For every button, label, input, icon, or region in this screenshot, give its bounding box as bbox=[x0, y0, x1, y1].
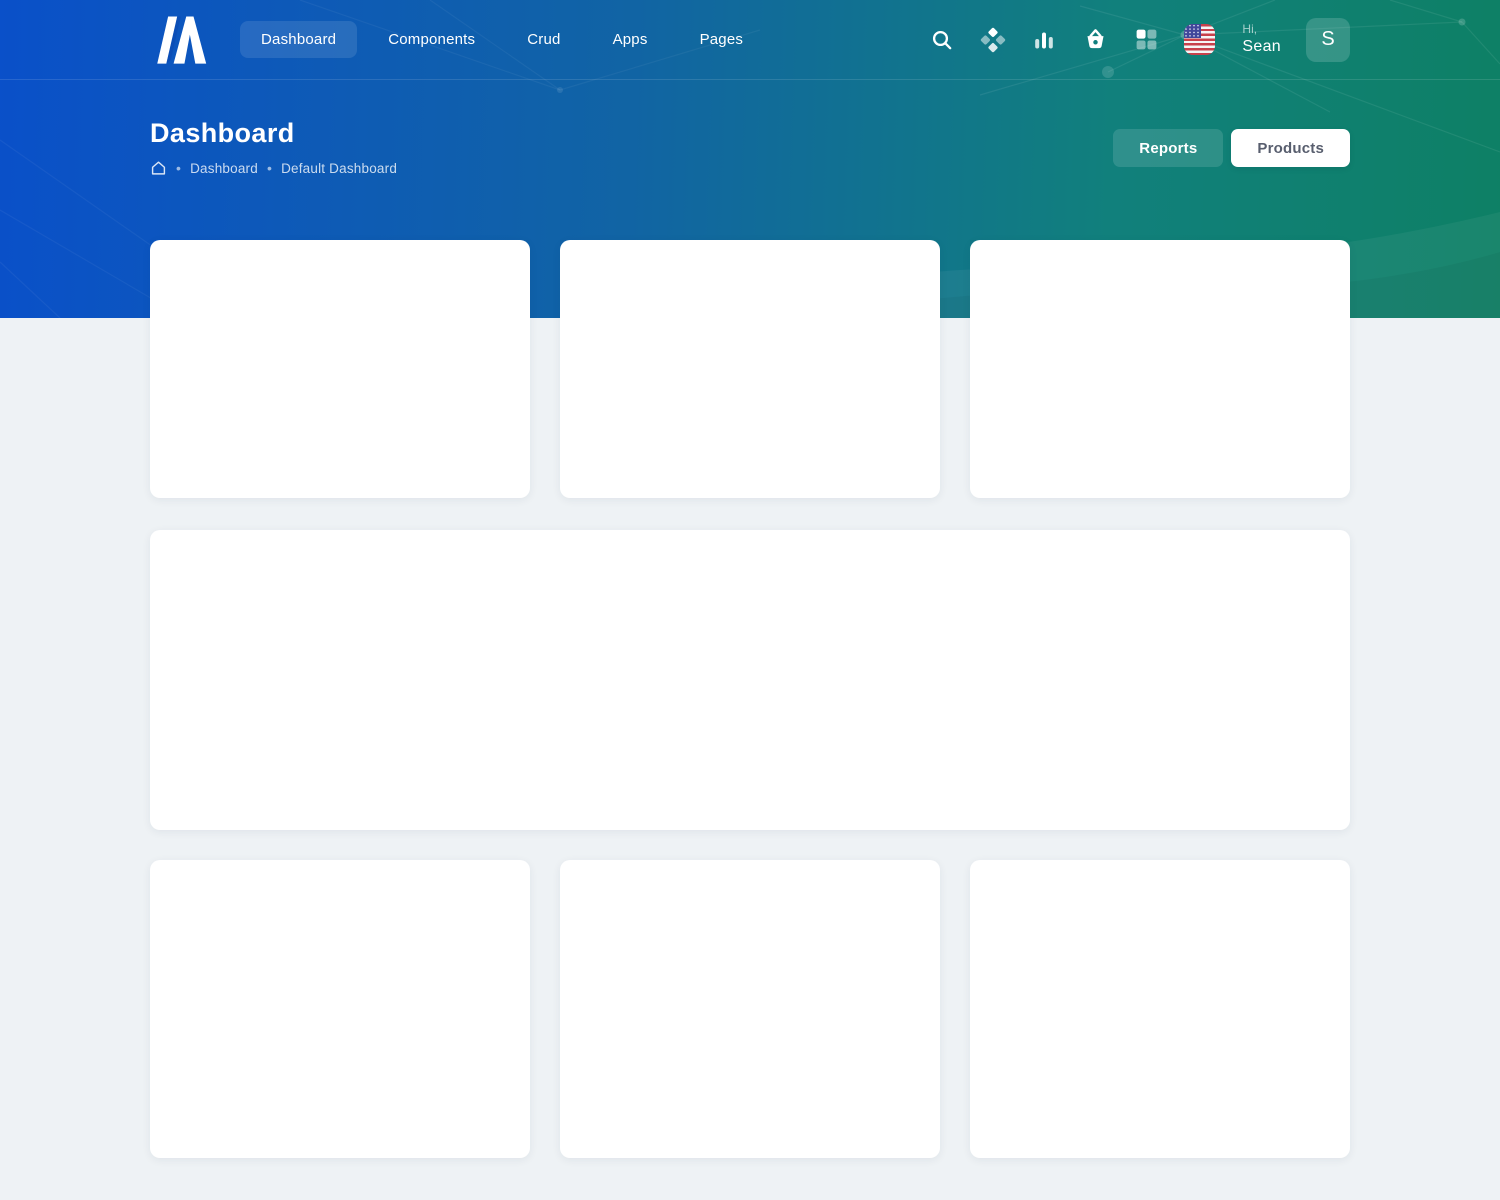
nav-item-dashboard[interactable]: Dashboard bbox=[240, 21, 357, 58]
breadcrumb-item-default-dashboard[interactable]: Default Dashboard bbox=[281, 161, 397, 176]
top-navbar: Dashboard Components Crud Apps Pages bbox=[0, 0, 1500, 80]
page-header: Dashboard • Dashboard • Default Dashboar… bbox=[0, 80, 1500, 240]
shopping-basket-icon bbox=[1083, 27, 1108, 52]
card-wide bbox=[150, 530, 1350, 830]
navbar-right: Hi, Sean S bbox=[929, 18, 1350, 62]
bar-chart-icon bbox=[1032, 28, 1056, 52]
top-card-row bbox=[150, 240, 1350, 498]
content-area bbox=[150, 240, 1350, 1158]
user-greeting: Hi, Sean bbox=[1242, 22, 1281, 57]
home-icon[interactable] bbox=[150, 160, 167, 176]
breadcrumb-item-dashboard[interactable]: Dashboard bbox=[190, 161, 258, 176]
nav-item-apps[interactable]: Apps bbox=[592, 21, 669, 58]
card-top-1 bbox=[150, 240, 530, 498]
nav-item-components[interactable]: Components bbox=[367, 21, 496, 58]
widgets-diamonds-icon bbox=[980, 27, 1006, 53]
bottom-card-row bbox=[150, 860, 1350, 1158]
brand-logo[interactable] bbox=[150, 15, 208, 65]
card-bottom-3 bbox=[970, 860, 1350, 1158]
nav-item-pages[interactable]: Pages bbox=[679, 21, 765, 58]
card-bottom-1 bbox=[150, 860, 530, 1158]
breadcrumb-separator: • bbox=[176, 160, 181, 176]
cart-button[interactable] bbox=[1082, 27, 1108, 53]
main-menu: Dashboard Components Crud Apps Pages bbox=[240, 21, 764, 58]
products-button[interactable]: Products bbox=[1231, 129, 1350, 167]
grid-squares-icon bbox=[1134, 27, 1159, 52]
apps-grid-button[interactable] bbox=[1133, 27, 1159, 53]
page-header-actions: Reports Products bbox=[1113, 129, 1350, 167]
page: Dashboard Components Crud Apps Pages bbox=[0, 0, 1500, 1200]
card-bottom-2 bbox=[560, 860, 940, 1158]
greeting-text: Hi, bbox=[1242, 22, 1281, 37]
breadcrumb-separator: • bbox=[267, 160, 272, 176]
user-avatar[interactable]: S bbox=[1306, 18, 1350, 62]
brand-logo-icon bbox=[150, 15, 208, 65]
breadcrumb: • Dashboard • Default Dashboard bbox=[150, 160, 397, 176]
nav-item-crud[interactable]: Crud bbox=[506, 21, 581, 58]
reports-button[interactable]: Reports bbox=[1113, 129, 1223, 167]
card-top-3 bbox=[970, 240, 1350, 498]
language-flag-icon[interactable] bbox=[1184, 24, 1215, 55]
page-title: Dashboard bbox=[150, 118, 397, 149]
page-header-left: Dashboard • Dashboard • Default Dashboar… bbox=[150, 118, 397, 176]
stats-button[interactable] bbox=[1031, 27, 1057, 53]
widgets-button[interactable] bbox=[980, 27, 1006, 53]
card-top-2 bbox=[560, 240, 940, 498]
search-button[interactable] bbox=[929, 27, 955, 53]
user-name: Sean bbox=[1242, 37, 1281, 57]
search-icon bbox=[930, 28, 954, 52]
